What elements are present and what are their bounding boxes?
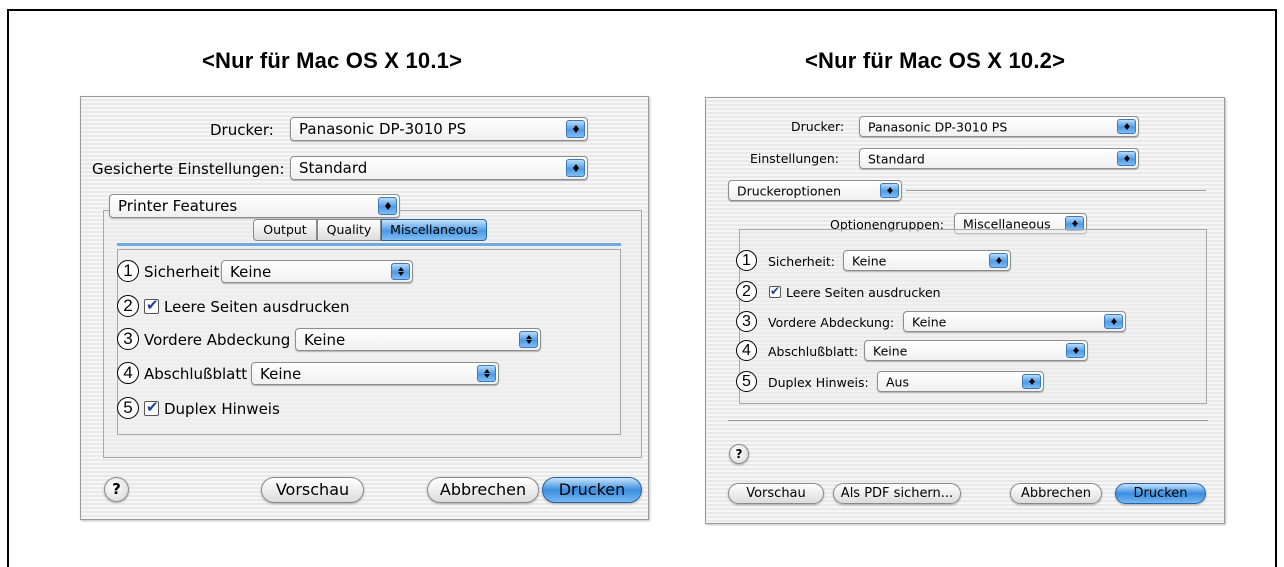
presets-label: Einstellungen:	[750, 151, 839, 166]
callout-1: 1	[736, 250, 757, 271]
presets-popup[interactable]: Standard	[290, 156, 588, 180]
tab-quality[interactable]: Quality	[317, 219, 381, 241]
popup-arrows-icon	[566, 120, 585, 138]
end-sheet-label: Abschlußblatt	[144, 365, 248, 383]
cancel-button[interactable]: Abbrechen	[427, 477, 539, 503]
blank-pages-checkbox[interactable]	[769, 284, 781, 298]
popup-arrows-icon	[1066, 343, 1085, 358]
front-cover-label: Vordere Abdeckung:	[768, 315, 895, 330]
callout-2: 2	[117, 295, 139, 317]
front-cover-popup[interactable]: Keine	[903, 311, 1126, 332]
panel-value: Druckeroptionen	[737, 183, 842, 198]
callout-2: 2	[736, 281, 757, 302]
security-popup[interactable]: Keine	[843, 250, 1011, 271]
panel-popup[interactable]: Printer Features	[109, 194, 400, 218]
popup-arrows-icon	[1117, 151, 1136, 166]
security-popup[interactable]: Keine	[221, 260, 413, 283]
tab-divider	[117, 243, 621, 246]
end-sheet-popup[interactable]: Keine	[251, 362, 499, 385]
callout-3: 3	[117, 328, 139, 350]
popup-arrows-icon	[989, 253, 1008, 268]
print-dialog-10-1: Drucker: Panasonic DP-3010 PS Gesicherte…	[80, 96, 649, 520]
presets-popup[interactable]: Standard	[859, 148, 1139, 169]
duplex-label: Duplex Hinweis	[164, 400, 280, 418]
popup-arrows-icon	[566, 159, 585, 177]
print-button[interactable]: Drucken	[542, 477, 642, 503]
front-cover-label: Vordere Abdeckung	[144, 331, 291, 349]
printer-value: Panasonic DP-3010 PS	[868, 119, 1008, 134]
duplex-value: Aus	[886, 374, 909, 389]
security-value: Keine	[852, 253, 887, 268]
buttons-divider	[728, 420, 1208, 421]
front-cover-value: Keine	[912, 314, 947, 329]
security-value: Keine	[230, 262, 272, 281]
print-dialog-10-2: Drucker: Panasonic DP-3010 PS Einstellun…	[705, 97, 1225, 524]
panel-value: Printer Features	[118, 197, 238, 215]
printer-value: Panasonic DP-3010 PS	[299, 120, 467, 138]
printer-label: Drucker:	[210, 121, 274, 139]
end-sheet-label: Abschlußblatt:	[768, 344, 859, 359]
callout-5: 5	[117, 397, 139, 419]
popup-arrows-icon	[1104, 314, 1123, 329]
end-sheet-value: Keine	[873, 343, 908, 358]
left-heading: <Nur für Mac OS X 10.1>	[202, 48, 463, 73]
tab-output-label: Output	[263, 222, 307, 237]
panel-divider	[906, 190, 1206, 191]
duplex-checkbox[interactable]	[144, 398, 159, 416]
popup-arrows-icon	[378, 197, 397, 215]
panel-popup[interactable]: Druckeroptionen	[728, 180, 902, 201]
end-sheet-value: Keine	[260, 364, 302, 383]
end-sheet-popup[interactable]: Keine	[864, 340, 1088, 361]
printer-popup[interactable]: Panasonic DP-3010 PS	[859, 116, 1139, 137]
callout-4: 4	[117, 362, 139, 384]
popup-arrows-icon	[519, 331, 538, 348]
popup-arrows-icon	[391, 263, 410, 280]
printer-label: Drucker:	[791, 119, 845, 134]
save-pdf-button[interactable]: Als PDF sichern...	[833, 483, 961, 504]
preview-button[interactable]: Vorschau	[728, 483, 824, 504]
print-button[interactable]: Drucken	[1115, 483, 1206, 504]
presets-value: Standard	[868, 151, 925, 166]
cancel-button[interactable]: Abbrechen	[1010, 483, 1102, 504]
front-cover-popup[interactable]: Keine	[295, 328, 541, 351]
tab-quality-label: Quality	[326, 222, 372, 237]
blank-pages-label: Leere Seiten ausdrucken	[164, 298, 350, 316]
tab-output[interactable]: Output	[253, 219, 317, 241]
preview-button[interactable]: Vorschau	[261, 477, 364, 503]
presets-value: Standard	[299, 159, 368, 177]
tab-miscellaneous-label: Miscellaneous	[390, 222, 478, 237]
help-icon[interactable]: ?	[729, 444, 749, 464]
blank-pages-checkbox[interactable]	[144, 296, 159, 314]
right-heading: <Nur für Mac OS X 10.2>	[805, 48, 1066, 73]
duplex-popup[interactable]: Aus	[877, 371, 1044, 392]
help-icon[interactable]: ?	[104, 477, 129, 502]
duplex-label: Duplex Hinweis:	[768, 375, 869, 390]
printer-popup[interactable]: Panasonic DP-3010 PS	[290, 117, 588, 141]
security-label: Sicherheit:	[768, 254, 836, 269]
tab-miscellaneous[interactable]: Miscellaneous	[381, 219, 487, 241]
popup-arrows-icon	[477, 365, 496, 382]
front-cover-value: Keine	[304, 330, 346, 349]
blank-pages-label: Leere Seiten ausdrucken	[786, 285, 941, 300]
callout-4: 4	[736, 340, 757, 361]
popup-arrows-icon	[880, 183, 899, 198]
popup-arrows-icon	[1022, 374, 1041, 389]
callout-1: 1	[117, 260, 139, 282]
presets-label: Gesicherte Einstellungen:	[92, 160, 285, 178]
security-label: Sicherheit	[144, 263, 220, 281]
popup-arrows-icon	[1117, 119, 1136, 134]
callout-5: 5	[736, 371, 757, 392]
callout-3: 3	[736, 311, 757, 332]
